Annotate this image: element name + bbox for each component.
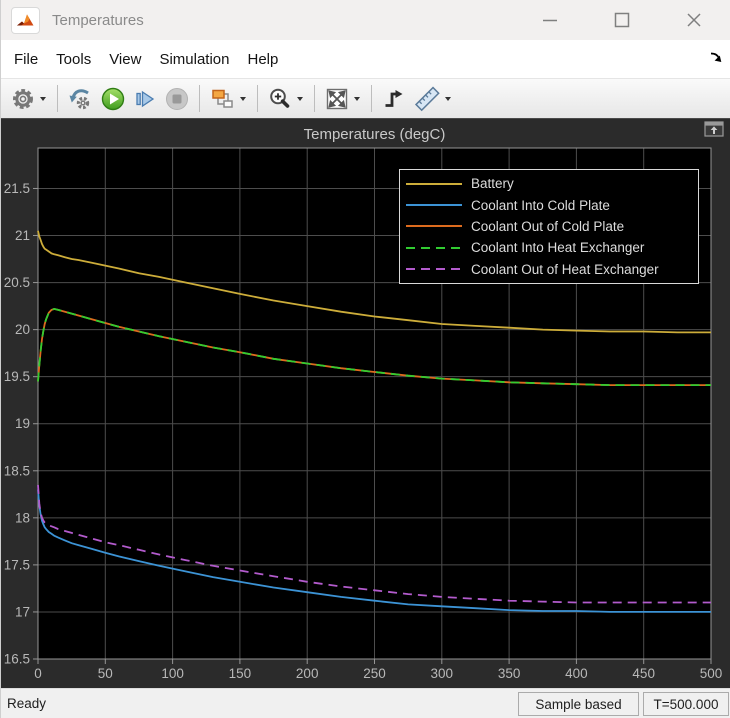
toolbar-separator — [57, 85, 58, 112]
measurements-button[interactable] — [410, 83, 456, 115]
tick-label-y: 17.5 — [4, 557, 30, 572]
tick-label-y: 21 — [15, 228, 30, 243]
tick-label-x: 50 — [98, 666, 113, 681]
run-button[interactable] — [97, 83, 129, 115]
step-forward-button[interactable] — [129, 83, 161, 115]
tick-label-y: 21.5 — [4, 181, 30, 196]
toolbar-separator — [371, 85, 372, 112]
menu-bar: File Tools View Simulation Help — [1, 40, 730, 78]
tick-label-y: 16.5 — [4, 652, 30, 667]
tick-label-y: 19 — [15, 416, 30, 431]
close-button[interactable] — [658, 0, 730, 40]
close-icon — [687, 13, 701, 27]
legend-line-sample — [406, 204, 462, 207]
stop-icon — [166, 87, 188, 110]
tick-label-x: 0 — [34, 666, 42, 681]
zoom-in-icon — [270, 88, 290, 108]
legend-label: Coolant Out of Heat Exchanger — [471, 261, 659, 277]
legend-line-sample — [406, 268, 462, 271]
stop-button[interactable] — [161, 83, 193, 115]
tick-label-y: 18 — [15, 510, 30, 525]
matlab-app-icon — [11, 6, 40, 34]
chevron-down-icon[interactable] — [354, 96, 360, 101]
tick-label-x: 250 — [363, 666, 386, 681]
tick-label-x: 100 — [161, 666, 184, 681]
legend-item[interactable]: Battery — [400, 173, 698, 194]
sample-mode-panel: Sample based — [518, 692, 639, 716]
highlight-block-icon — [69, 88, 90, 109]
chevron-down-icon[interactable] — [240, 96, 246, 101]
menu-help[interactable]: Help — [239, 51, 288, 68]
tick-label-x: 500 — [700, 666, 723, 681]
minimize-icon — [543, 19, 557, 22]
expand-panel-button[interactable] — [704, 121, 724, 138]
chevron-down-icon[interactable] — [445, 96, 451, 101]
plot-title: Temperatures (degC) — [303, 126, 446, 143]
sample-mode-text: Sample based — [535, 696, 622, 712]
highlight-block-button[interactable] — [64, 83, 97, 115]
tick-label-y: 20 — [15, 322, 30, 337]
menu-simulation[interactable]: Simulation — [150, 51, 238, 68]
tick-label-x: 400 — [565, 666, 588, 681]
tick-label-x: 450 — [632, 666, 655, 681]
step-forward-icon — [136, 90, 155, 107]
matlab-logo-icon — [17, 14, 34, 26]
zoom-in-button[interactable] — [264, 83, 308, 115]
trigger-icon — [385, 89, 403, 107]
minimize-button[interactable] — [514, 0, 586, 40]
tick-label-x: 200 — [296, 666, 319, 681]
legend-item[interactable]: Coolant Into Heat Exchanger — [400, 237, 698, 258]
tick-label-y: 18.5 — [4, 463, 30, 478]
legend-label: Battery — [471, 176, 514, 192]
legend: Battery Coolant Into Cold Plate Coolant Ou… — [399, 169, 699, 284]
tick-label-x: 150 — [229, 666, 252, 681]
fit-to-view-button[interactable] — [321, 83, 365, 115]
menu-file[interactable]: File — [5, 51, 47, 68]
sim-time-text: T=500.000 — [653, 696, 719, 712]
scope-display: 0 50 100 150 200 250 300 350 400 450 500 16.5 17 17.5… — [1, 118, 730, 688]
legend-item[interactable]: Coolant Out of Cold Plate — [400, 216, 698, 237]
chevron-down-icon[interactable] — [40, 96, 46, 101]
toolbar-separator — [257, 85, 258, 112]
legend-label: Coolant Into Heat Exchanger — [471, 240, 645, 256]
tick-label-y: 19.5 — [4, 369, 30, 384]
ruler-icon — [414, 86, 440, 112]
sim-time-panel: T=500.000 — [643, 692, 729, 716]
legend-item[interactable]: Coolant Out of Heat Exchanger — [400, 259, 698, 280]
chevron-down-icon[interactable] — [297, 96, 303, 101]
window-title: Temperatures — [52, 11, 144, 29]
maximize-icon — [614, 12, 630, 28]
maximize-button[interactable] — [586, 0, 658, 40]
tick-label-y: 17 — [15, 604, 30, 619]
dock-arrow-icon[interactable] — [709, 50, 723, 64]
legend-label: Coolant Out of Cold Plate — [471, 218, 625, 234]
tick-label-x: 350 — [498, 666, 521, 681]
legend-line-sample — [406, 246, 462, 249]
simulink-blocks-icon — [212, 89, 233, 108]
tick-label-y: 20.5 — [4, 275, 30, 290]
tick-label-x: 300 — [431, 666, 454, 681]
legend-line-sample — [406, 182, 462, 185]
run-icon — [101, 87, 125, 110]
legend-item[interactable]: Coolant Into Cold Plate — [400, 194, 698, 215]
status-text: Ready — [7, 696, 47, 711]
menu-tools[interactable]: Tools — [47, 51, 100, 68]
toolbar — [1, 78, 730, 118]
status-bar: Ready Sample based T=500.000 — [1, 688, 730, 718]
gear-icon — [13, 88, 33, 109]
toolbar-separator — [314, 85, 315, 112]
fit-to-view-icon — [326, 88, 348, 109]
menu-view[interactable]: View — [100, 51, 150, 68]
title-bar[interactable]: Temperatures — [1, 0, 730, 40]
legend-label: Coolant Into Cold Plate — [471, 197, 610, 213]
trigger-button[interactable] — [378, 83, 410, 115]
legend-line-sample — [406, 225, 462, 228]
scope-window: Temperatures File Tools View Simulation … — [0, 0, 730, 718]
settings-button[interactable] — [7, 83, 51, 115]
signal-selector-button[interactable] — [206, 83, 251, 115]
toolbar-separator — [199, 85, 200, 112]
